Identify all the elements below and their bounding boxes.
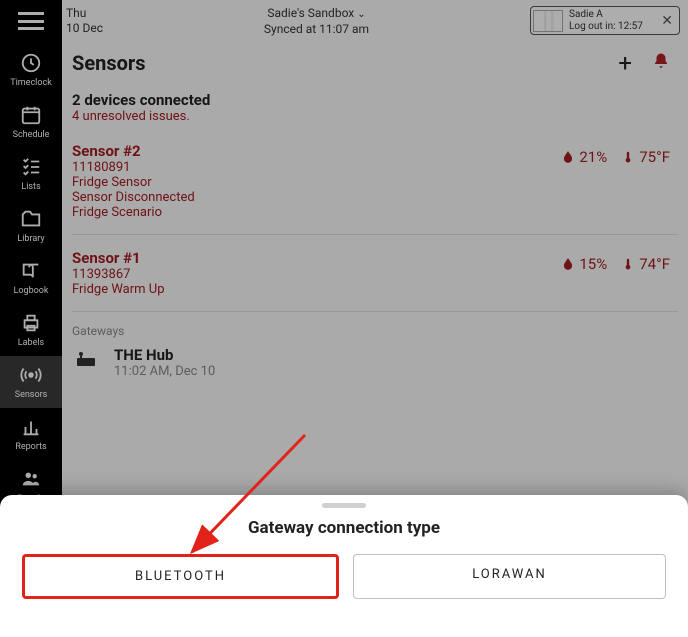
sidebar-item-label: Labels xyxy=(18,338,44,348)
connected-count: 2 devices connected xyxy=(72,91,678,109)
sidebar-item-logbook[interactable]: Logbook xyxy=(0,252,62,304)
droplet-icon xyxy=(561,149,575,165)
clock-icon xyxy=(19,52,43,74)
site-name: Sadie's Sandbox xyxy=(267,6,354,20)
issues-count[interactable]: 4 unresolved issues. xyxy=(72,109,678,124)
thermometer-icon xyxy=(621,255,635,273)
option-lorawan[interactable]: LORAWAN xyxy=(353,554,666,599)
user-chip[interactable]: Sadie A Log out in: 12:57 ✕ xyxy=(530,6,680,35)
sync-status: Synced at 11:07 am xyxy=(111,22,522,38)
droplet-icon xyxy=(561,256,575,272)
gateway-time: 11:02 AM, Dec 10 xyxy=(114,364,215,379)
page-header: Sensors + xyxy=(62,43,688,85)
gateway-name: THE Hub xyxy=(114,346,215,364)
temperature-reading: 74°F xyxy=(621,255,670,273)
humidity-value: 21% xyxy=(579,148,607,166)
list-check-icon xyxy=(19,156,43,178)
device-summary: 2 devices connected 4 unresolved issues. xyxy=(62,85,688,138)
option-label: LORAWAN xyxy=(472,567,547,582)
sidebar-item-label: Schedule xyxy=(13,130,50,140)
calendar-icon xyxy=(19,104,43,126)
sensor-detail: Sensor Disconnected xyxy=(72,190,553,205)
sidebar-item-label: Library xyxy=(17,234,44,244)
book-icon xyxy=(19,260,43,282)
sensor-detail: Fridge Warm Up xyxy=(72,282,553,297)
humidity-reading: 21% xyxy=(561,148,607,166)
sensor-name: Sensor #1 xyxy=(72,249,553,267)
option-bluetooth[interactable]: BLUETOOTH xyxy=(22,554,339,599)
sheet-title: Gateway connection type xyxy=(0,518,688,538)
sensor-id: 11393867 xyxy=(72,267,553,282)
date-day: Thu xyxy=(66,6,103,21)
sidebar-item-label: Sensors xyxy=(15,390,48,400)
thermometer-icon xyxy=(621,148,635,166)
page-title: Sensors xyxy=(72,51,618,75)
user-name: Sadie A xyxy=(569,9,643,21)
temperature-reading: 75°F xyxy=(621,148,670,166)
sidebar-item-sensors[interactable]: Sensors xyxy=(0,356,62,408)
sidebar-item-schedule[interactable]: Schedule xyxy=(0,96,62,148)
sheet-grab-handle[interactable] xyxy=(322,503,366,508)
people-icon xyxy=(19,468,43,490)
sidebar-item-library[interactable]: Library xyxy=(0,200,62,252)
add-button[interactable]: + xyxy=(618,49,632,77)
temperature-value: 74°F xyxy=(639,255,670,273)
notifications-bell-icon[interactable] xyxy=(652,52,670,75)
site-selector[interactable]: Sadie's Sandbox ⌄ Synced at 11:07 am xyxy=(111,6,522,37)
temperature-value: 75°F xyxy=(639,148,670,166)
humidity-reading: 15% xyxy=(561,255,607,273)
sidebar-item-label: Lists xyxy=(21,182,40,192)
sensor-row[interactable]: Sensor #2 11180891 Fridge Sensor Sensor … xyxy=(62,138,688,234)
gateway-connection-sheet: Gateway connection type BLUETOOTH LORAWA… xyxy=(0,495,688,637)
close-icon[interactable]: ✕ xyxy=(661,13,673,29)
sidebar-item-labels[interactable]: Labels xyxy=(0,304,62,356)
hamburger-icon[interactable] xyxy=(18,12,44,30)
sidebar-item-reports[interactable]: Reports xyxy=(0,408,62,460)
sidebar-item-label: Logbook xyxy=(14,286,49,296)
chevron-down-icon: ⌄ xyxy=(357,9,365,20)
signal-icon xyxy=(19,364,43,386)
printer-icon xyxy=(19,312,43,334)
topbar: Thu 10 Dec Sadie's Sandbox ⌄ Synced at 1… xyxy=(62,0,688,43)
divider xyxy=(72,311,678,312)
hub-icon xyxy=(72,346,100,370)
sidebar-item-lists[interactable]: Lists xyxy=(0,148,62,200)
sidebar-item-label: Reports xyxy=(15,442,46,452)
sensor-row[interactable]: Sensor #1 11393867 Fridge Warm Up 15% 74… xyxy=(62,245,688,311)
folder-icon xyxy=(19,208,43,230)
sensor-id: 11180891 xyxy=(72,160,553,175)
date-display: Thu 10 Dec xyxy=(66,6,103,36)
humidity-value: 15% xyxy=(579,255,607,273)
sidebar-item-timeclock[interactable]: Timeclock xyxy=(0,44,62,96)
divider xyxy=(72,234,678,235)
bar-chart-icon xyxy=(19,416,43,438)
logout-countdown: Log out in: 12:57 xyxy=(569,21,643,33)
sidebar-item-label: Timeclock xyxy=(10,78,52,88)
sensor-detail: Fridge Scenario xyxy=(72,205,553,220)
sensor-name: Sensor #2 xyxy=(72,142,553,160)
option-label: BLUETOOTH xyxy=(135,569,226,584)
gateway-row[interactable]: THE Hub 11:02 AM, Dec 10 xyxy=(62,346,688,379)
gateways-section-label: Gateways xyxy=(62,322,688,346)
avatar xyxy=(533,10,563,32)
sensor-detail: Fridge Sensor xyxy=(72,175,553,190)
date-full: 10 Dec xyxy=(66,21,103,36)
